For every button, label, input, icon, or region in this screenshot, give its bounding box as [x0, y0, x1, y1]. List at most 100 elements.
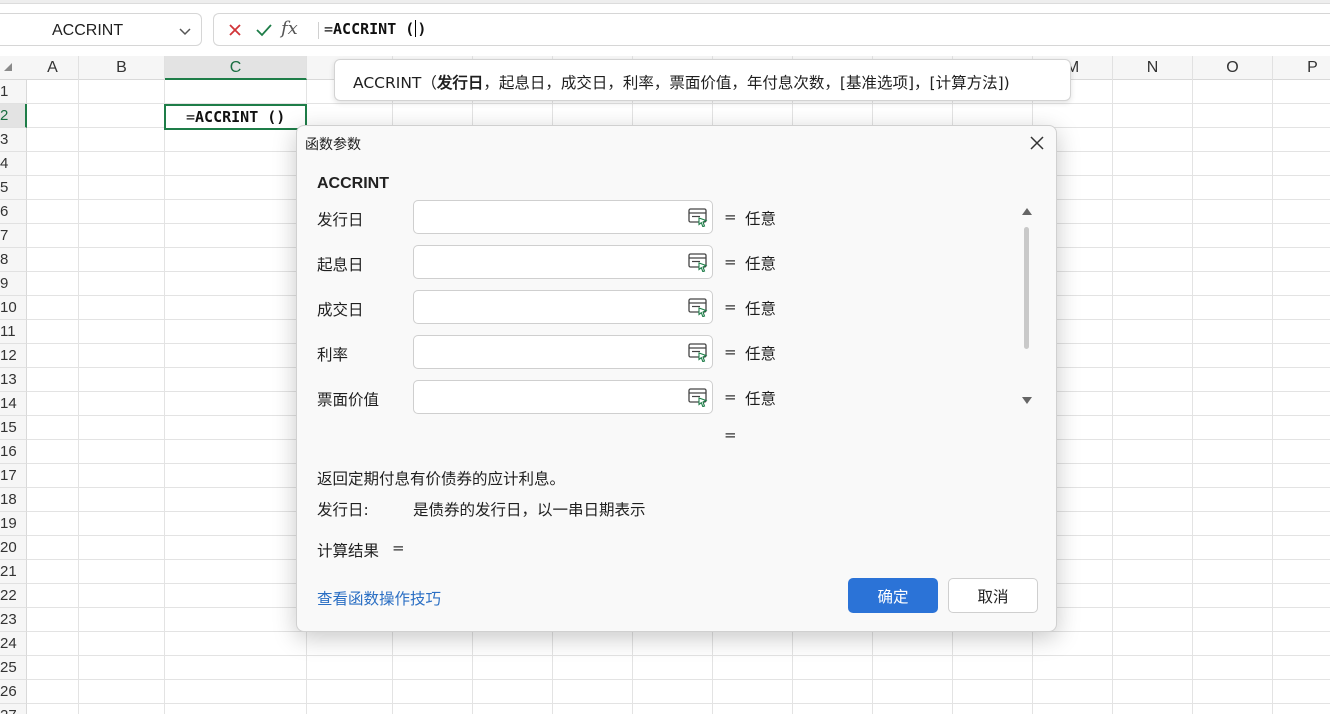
active-cell-formula: =ACCRINT () [186, 108, 285, 126]
range-select-icon[interactable] [688, 388, 708, 407]
argument-label: 成交日 [317, 301, 364, 319]
row-header-1[interactable]: 1 [0, 80, 27, 104]
argument-row: 起息日 = 任意 [297, 245, 1037, 281]
argument-label: 利率 [317, 346, 349, 364]
row-header-21[interactable]: 21 [0, 560, 27, 584]
scroll-down-arrow-icon[interactable] [1021, 396, 1033, 406]
column-header-c[interactable]: C [165, 56, 307, 80]
formula-prefix: = [324, 20, 334, 38]
close-icon[interactable] [1028, 134, 1046, 152]
row-header-22[interactable]: 22 [0, 584, 27, 608]
argument-input[interactable] [413, 335, 713, 369]
ok-button[interactable]: 确定 [848, 578, 938, 613]
row-header-7[interactable]: 7 [0, 224, 27, 248]
column-gridline [78, 80, 79, 714]
argument-input[interactable] [413, 380, 713, 414]
row-header-27[interactable]: 27 [0, 704, 27, 714]
row-header-11[interactable]: 11 [0, 320, 27, 344]
argument-label: 发行日 [317, 211, 364, 229]
calc-result-label: 计算结果 [317, 542, 380, 560]
column-header-a[interactable]: A [27, 56, 79, 80]
argument-equals: = [724, 208, 737, 226]
row-header-10[interactable]: 10 [0, 296, 27, 320]
column-header-b[interactable]: B [79, 56, 165, 80]
row-gridline [27, 655, 1330, 656]
function-tips-link[interactable]: 查看函数操作技巧 [317, 587, 441, 609]
argument-equals: = [724, 253, 737, 271]
tooltip-open-paren: （ [421, 74, 437, 92]
function-description: 返回定期付息有价债券的应计利息。 [317, 470, 566, 488]
row-header-13[interactable]: 13 [0, 368, 27, 392]
cancel-button[interactable]: 取消 [948, 578, 1038, 613]
argument-help-name: 发行日: [317, 501, 369, 519]
active-cell-c2[interactable]: =ACCRINT () [164, 104, 307, 130]
row-header-3[interactable]: 3 [0, 128, 27, 152]
argument-equals: = [724, 298, 737, 316]
row-header-6[interactable]: 6 [0, 200, 27, 224]
scrollbar-thumb[interactable] [1024, 227, 1029, 349]
close-icon[interactable] [227, 22, 243, 38]
formula-text: ACCRINT ( [333, 20, 415, 38]
row-header-19[interactable]: 19 [0, 512, 27, 536]
column-header-n[interactable]: N [1113, 56, 1193, 80]
argument-input[interactable] [413, 200, 713, 234]
formula-input[interactable]: =ACCRINT () [324, 20, 426, 38]
row-header-5[interactable]: 5 [0, 176, 27, 200]
select-all-triangle-icon[interactable] [4, 63, 12, 71]
argument-value: 任意 [745, 300, 777, 318]
chevron-down-icon[interactable] [178, 24, 192, 38]
argument-label: 票面价值 [317, 391, 380, 409]
row-header-16[interactable]: 16 [0, 440, 27, 464]
range-select-icon[interactable] [688, 298, 708, 317]
column-header-p[interactable]: P [1273, 56, 1330, 80]
row-header-18[interactable]: 18 [0, 488, 27, 512]
row-header-23[interactable]: 23 [0, 608, 27, 632]
function-arguments-dialog: 函数参数 ACCRINT 发行日 = 任意 起息日 = 任意 成交日 = 任意 利率 = 任意 票面价值… [296, 125, 1057, 632]
row-header-25[interactable]: 25 [0, 656, 27, 680]
formula-suffix: ) [417, 20, 427, 38]
row-header-8[interactable]: 8 [0, 248, 27, 272]
window-top-strip [0, 0, 1330, 4]
row-header-4[interactable]: 4 [0, 152, 27, 176]
name-box[interactable]: ACCRINT [0, 13, 202, 46]
column-gridline [1192, 80, 1193, 714]
argument-value: 任意 [745, 390, 777, 408]
range-select-icon[interactable] [688, 343, 708, 362]
dialog-title: 函数参数 [305, 137, 361, 153]
argument-value: 任意 [745, 210, 777, 228]
column-gridline [164, 80, 165, 714]
argument-row: 票面价值 = 任意 [297, 380, 1037, 416]
row-header-20[interactable]: 20 [0, 536, 27, 560]
fx-icon[interactable]: fx [281, 18, 298, 39]
column-gridline [1112, 80, 1113, 714]
active-cell-prefix: = [186, 108, 196, 126]
argument-equals: = [724, 388, 737, 406]
row-header-14[interactable]: 14 [0, 392, 27, 416]
tooltip-current-arg: 发行日 [436, 74, 484, 92]
formula-bar-divider [318, 22, 319, 39]
range-select-icon[interactable] [688, 208, 708, 227]
row-header-24[interactable]: 24 [0, 632, 27, 656]
tooltip-function-name: ACCRINT [353, 74, 422, 92]
row-header-2[interactable]: 2 [0, 104, 27, 128]
argument-value: 任意 [745, 255, 777, 273]
argument-input[interactable] [413, 245, 713, 279]
column-header-o[interactable]: O [1193, 56, 1273, 80]
name-box-value: ACCRINT [52, 22, 124, 39]
function-name: ACCRINT [317, 175, 389, 192]
argument-row: 成交日 = 任意 [297, 290, 1037, 326]
row-header-9[interactable]: 9 [0, 272, 27, 296]
argument-label: 起息日 [317, 256, 364, 274]
tooltip-text: ACCRINT（发行日，起息日，成交日，利率，票面价值，年付息次数，[基准选项]… [353, 71, 1010, 93]
row-gridline [27, 679, 1330, 680]
row-gridline [27, 703, 1330, 704]
range-select-icon[interactable] [688, 253, 708, 272]
scroll-up-arrow-icon[interactable] [1021, 206, 1033, 216]
row-header-12[interactable]: 12 [0, 344, 27, 368]
formula-bar[interactable]: fx =ACCRINT () [213, 13, 1330, 46]
argument-input[interactable] [413, 290, 713, 324]
check-icon[interactable] [255, 22, 273, 38]
row-header-26[interactable]: 26 [0, 680, 27, 704]
row-header-17[interactable]: 17 [0, 464, 27, 488]
row-header-15[interactable]: 15 [0, 416, 27, 440]
